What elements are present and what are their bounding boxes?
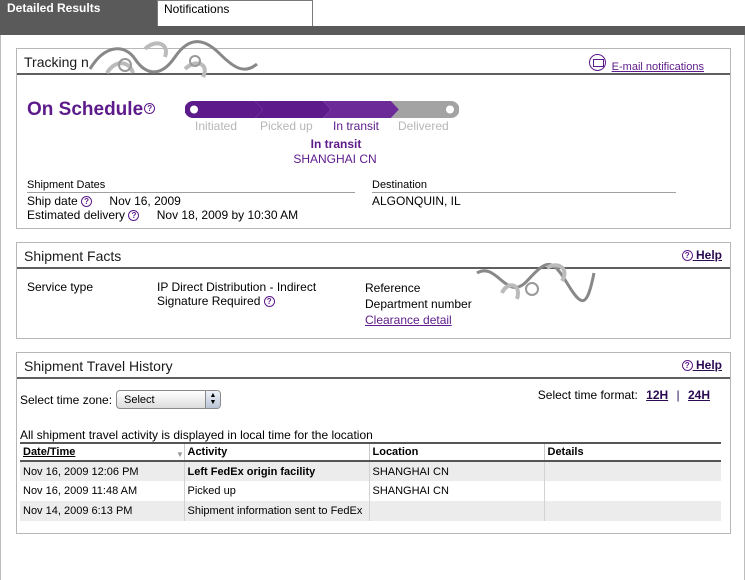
destination-heading: Destination [372, 179, 676, 193]
cell-datetime: Nov 14, 2009 6:13 PM [20, 501, 185, 521]
service-type-label: Service type [27, 280, 94, 294]
facts-help-link[interactable]: ? Help [681, 248, 722, 262]
sort-down-icon: ▼ [176, 450, 184, 459]
travel-history-header: Shipment Travel History ? Help [17, 353, 730, 379]
cell-activity: Shipment information sent to FedEx [184, 501, 370, 521]
progress-segment-in-transit [323, 101, 399, 118]
shipment-facts-title: Shipment Facts [24, 248, 122, 264]
time-zone-label: Select time zone: [20, 393, 113, 407]
cell-activity: Picked up [184, 481, 370, 501]
help-question-icon[interactable]: ? [128, 210, 140, 222]
tab-notifications[interactable]: Notifications [157, 0, 313, 26]
help-question-icon: ? [681, 360, 693, 372]
select-arrows-icon: ▲ ▼ [205, 391, 220, 408]
history-help-link[interactable]: ? Help [681, 358, 722, 372]
ship-date-label: Ship date [27, 194, 78, 208]
ship-date-row: Ship date ? Nov 16, 2009 [27, 194, 181, 208]
decorative-swirl-graphic [476, 262, 596, 303]
travel-history-panel: Shipment Travel History ? Help Select ti… [16, 352, 731, 534]
service-type-line1: IP Direct Distribution - Indirect [157, 280, 317, 294]
destination-value: ALGONQUIN, IL [372, 194, 461, 208]
column-header-location: Location [369, 443, 545, 462]
facts-help-label: Help [695, 248, 722, 262]
tab-bar: Detailed Results Notifications [0, 0, 745, 26]
tracking-panel-header: Tracking n E-mail notifications [17, 40, 730, 78]
service-type-value: IP Direct Distribution - Indirect Signat… [157, 280, 316, 308]
progress-end-dot [446, 105, 454, 114]
time-format-24h-link[interactable]: 24H [688, 388, 710, 402]
column-header-details: Details [544, 443, 721, 462]
history-help-label: Help [695, 358, 722, 372]
decorative-swirl-graphic [88, 40, 258, 78]
signature-required-text: Signature Required [157, 294, 261, 308]
est-delivery-row: Estimated delivery ? Nov 18, 2009 by 10:… [27, 208, 298, 222]
reference-label: Reference [365, 281, 421, 295]
est-delivery-value: Nov 18, 2009 by 10:30 AM [156, 208, 299, 222]
tracking-panel: Tracking n E-mail notifications On Sched… [16, 40, 731, 229]
help-question-icon[interactable]: ? [144, 102, 156, 114]
email-notifications-link[interactable]: E-mail notifications [612, 61, 704, 73]
time-zone-select-value: Select [124, 394, 155, 406]
shipment-facts-panel: Shipment Facts ? Help Service type IP Di… [16, 242, 731, 339]
table-header-row: Date/Time ▼ Activity Location Details [20, 443, 721, 462]
time-format-selector: Select time format: 12H | 24H [538, 388, 710, 402]
cell-activity: Left FedEx origin facility [184, 461, 370, 481]
travel-history-table: Date/Time ▼ Activity Location Details Nov… [20, 442, 721, 521]
tab-detailed-results[interactable]: Detailed Results [0, 0, 157, 26]
envelope-icon[interactable] [589, 54, 606, 71]
column-header-datetime[interactable]: Date/Time ▼ [20, 443, 185, 462]
shipment-dates-heading: Shipment Dates [27, 179, 355, 193]
service-type-line2: Signature Required ? [157, 294, 316, 308]
clearance-detail-link[interactable]: Clearance detail [365, 312, 472, 328]
cell-datetime: Nov 16, 2009 11:48 AM [20, 481, 185, 501]
department-number-label: Department number [365, 297, 472, 311]
reference-block: Reference Department number Clearance de… [365, 280, 472, 328]
tracking-title: Tracking n [24, 54, 89, 70]
cell-location [369, 501, 545, 521]
est-delivery-label: Estimated delivery [27, 208, 126, 222]
progress-start-dot [190, 105, 198, 114]
ship-date-value: Nov 16, 2009 [109, 194, 181, 208]
current-status: In transit [310, 137, 362, 151]
travel-history-title: Shipment Travel History [24, 358, 173, 374]
shipment-facts-header: Shipment Facts ? Help [17, 243, 730, 269]
shipment-status: On Schedule? [27, 99, 156, 121]
status-text: On Schedule [27, 99, 144, 120]
cell-details [544, 461, 721, 481]
column-header-datetime-label: Date/Time [23, 446, 76, 458]
cell-details [544, 481, 721, 501]
time-format-12h-link[interactable]: 12H [646, 388, 668, 402]
tab-underline-bar [0, 26, 745, 35]
help-question-icon: ? [681, 250, 693, 262]
cell-location: SHANGHAI CN [369, 481, 545, 501]
progress-steps [185, 101, 459, 118]
progress-segment-picked-up [255, 101, 331, 118]
stage-label-picked-up: Picked up [260, 119, 313, 133]
table-row: Nov 14, 2009 6:13 PM Shipment informatio… [20, 501, 721, 521]
stage-label-in-transit: In transit [333, 119, 380, 133]
time-format-separator: | [676, 388, 680, 402]
stage-label-delivered: Delivered [398, 119, 449, 133]
help-question-icon[interactable]: ? [81, 196, 93, 208]
cell-details [544, 501, 721, 521]
table-row: Nov 16, 2009 12:06 PM Left FedEx origin … [20, 461, 721, 481]
cell-location: SHANGHAI CN [369, 461, 545, 481]
table-row: Nov 16, 2009 11:48 AM Picked up SHANGHAI… [20, 481, 721, 501]
current-location: SHANGHAI CN [293, 152, 377, 166]
time-format-label: Select time format: [537, 388, 638, 402]
local-time-note: All shipment travel activity is displaye… [20, 428, 373, 442]
stage-label-initiated: Initiated [195, 119, 238, 133]
help-question-icon[interactable]: ? [263, 296, 275, 308]
time-zone-select[interactable]: Select ▲ ▼ [116, 390, 221, 409]
column-header-activity: Activity [184, 443, 370, 462]
cell-datetime: Nov 16, 2009 12:06 PM [20, 461, 185, 481]
